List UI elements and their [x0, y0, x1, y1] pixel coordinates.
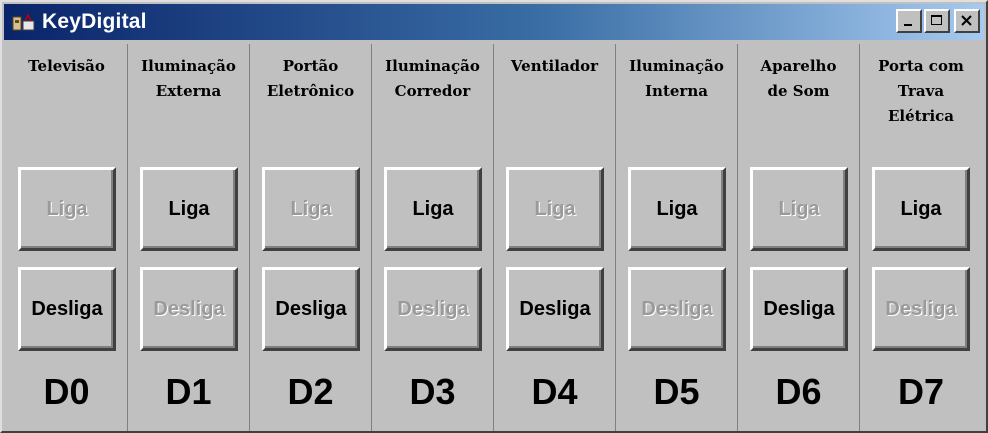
device-label: Porta com Trava Elétrica — [878, 57, 964, 125]
window-controls — [896, 9, 980, 33]
device-column-d5: Iluminação Interna Liga Desliga D5 — [616, 44, 738, 431]
title-bar[interactable]: KeyDigital — [4, 4, 984, 40]
close-button[interactable] — [954, 9, 980, 33]
liga-button[interactable]: Liga — [872, 167, 970, 251]
device-label: Televisão — [28, 57, 105, 75]
close-icon — [961, 15, 972, 26]
device-code: D1 — [165, 371, 212, 412]
maximize-icon — [931, 15, 942, 25]
device-column-d1: Iluminação Externa Liga Desliga D1 — [128, 44, 250, 431]
minimize-icon — [904, 24, 912, 26]
device-code: D4 — [531, 371, 578, 412]
device-code: D0 — [43, 371, 90, 412]
desliga-button[interactable]: Desliga — [140, 267, 238, 351]
device-panel: Televisão Liga Desliga D0 Iluminação Externa… — [6, 44, 984, 431]
desliga-button[interactable]: Desliga — [750, 267, 848, 351]
liga-button[interactable]: Liga — [506, 167, 604, 251]
maximize-button[interactable] — [924, 9, 950, 33]
desliga-button[interactable]: Desliga — [384, 267, 482, 351]
liga-button[interactable]: Liga — [140, 167, 238, 251]
device-label: Aparelho de Som — [760, 57, 837, 100]
liga-button[interactable]: Liga — [262, 167, 360, 251]
device-code: D3 — [409, 371, 456, 412]
device-code: D6 — [775, 371, 822, 412]
device-column-d3: Iluminação Corredor Liga Desliga D3 — [372, 44, 494, 431]
device-label: Ventilador — [510, 57, 599, 75]
device-label: Iluminação Externa — [141, 57, 236, 100]
device-label: Portão Eletrônico — [266, 57, 355, 100]
device-code: D5 — [653, 371, 700, 412]
desliga-button[interactable]: Desliga — [262, 267, 360, 351]
window-title: KeyDigital — [42, 10, 147, 33]
liga-button[interactable]: Liga — [18, 167, 116, 251]
device-column-d4: Ventilador Liga Desliga D4 — [494, 44, 616, 431]
liga-button[interactable]: Liga — [750, 167, 848, 251]
minimize-button[interactable] — [896, 9, 922, 33]
device-column-d2: Portão Eletrônico Liga Desliga D2 — [250, 44, 372, 431]
desliga-button[interactable]: Desliga — [872, 267, 970, 351]
desliga-button[interactable]: Desliga — [18, 267, 116, 351]
liga-button[interactable]: Liga — [384, 167, 482, 251]
device-label: Iluminação Interna — [629, 57, 724, 100]
desliga-button[interactable]: Desliga — [506, 267, 604, 351]
device-column-d6: Aparelho de Som Liga Desliga D6 — [738, 44, 860, 431]
device-column-d0: Televisão Liga Desliga D0 — [6, 44, 128, 431]
liga-button[interactable]: Liga — [628, 167, 726, 251]
desliga-button[interactable]: Desliga — [628, 267, 726, 351]
app-window: KeyDigital Televisão Liga Desliga D0 Ilumina… — [0, 0, 988, 433]
app-icon — [12, 13, 35, 31]
device-column-d7: Porta com Trava Elétrica Liga Desliga D7 — [860, 44, 982, 431]
device-label: Iluminação Corredor — [385, 57, 480, 100]
device-code: D7 — [897, 371, 945, 412]
device-code: D2 — [287, 371, 334, 412]
